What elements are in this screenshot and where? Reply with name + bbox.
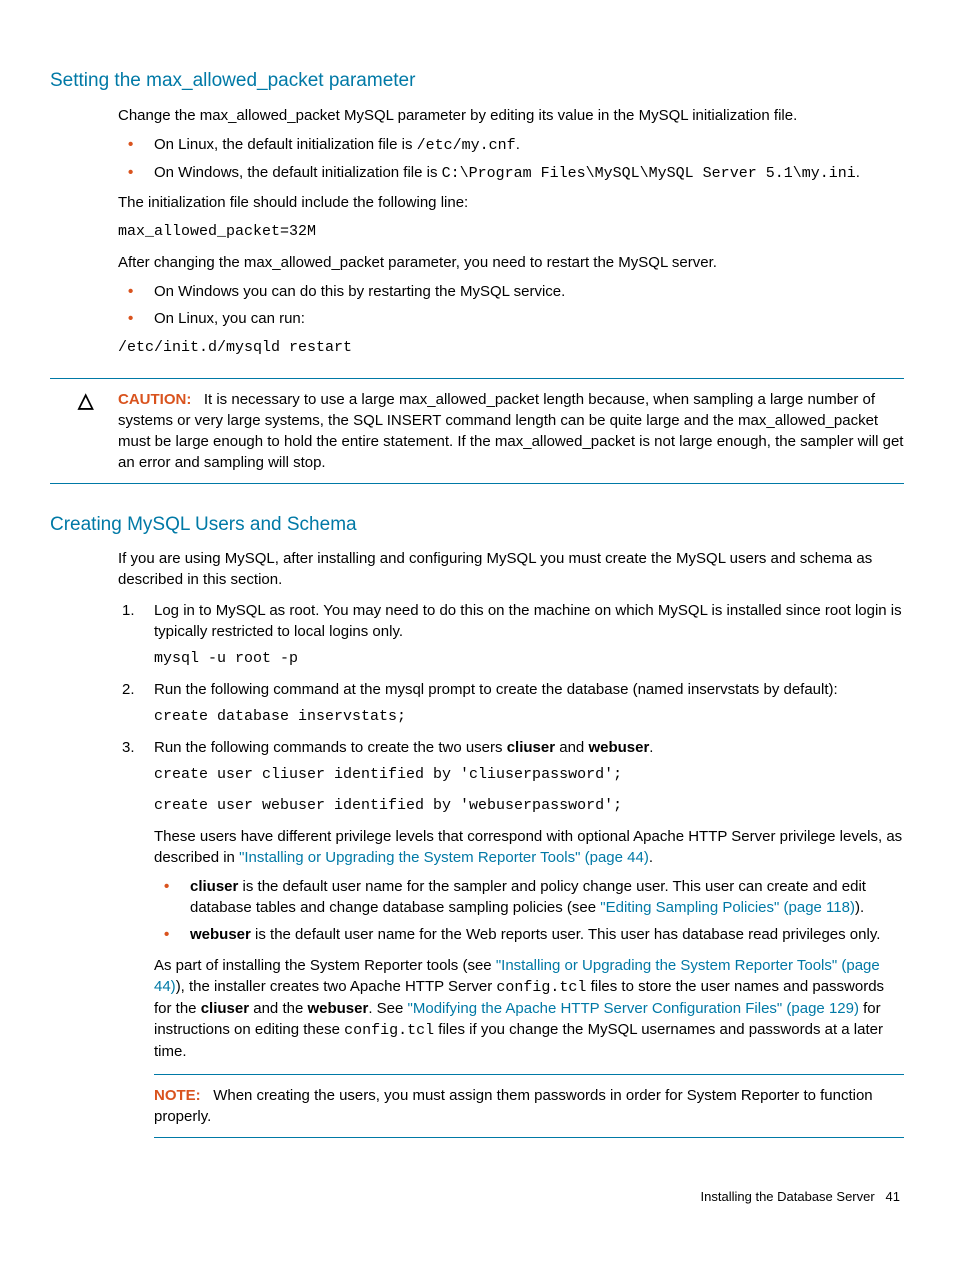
code-inline: C:\Program Files\MySQL\MySQL Server 5.1\… xyxy=(442,165,856,182)
text: . See xyxy=(368,1000,407,1017)
list-item: On Linux, you can run: xyxy=(118,308,904,329)
code-block: create user webuser identified by 'webus… xyxy=(154,795,904,816)
privileges-text: These users have different privilege lev… xyxy=(154,826,904,868)
note-label: NOTE: xyxy=(154,1087,201,1104)
section1-bullets-1: On Linux, the default initialization fil… xyxy=(118,134,904,184)
text: ). xyxy=(855,899,864,916)
page-footer: Installing the Database Server 41 xyxy=(50,1188,904,1206)
step-text: Log in to MySQL as root. You may need to… xyxy=(154,600,904,642)
text: and xyxy=(555,739,588,756)
caution-label: CAUTION: xyxy=(118,391,191,408)
section1-body: Change the max_allowed_packet MySQL para… xyxy=(118,105,904,358)
section1-after: After changing the max_allowed_packet pa… xyxy=(118,252,904,273)
footer-title: Installing the Database Server xyxy=(701,1189,875,1204)
step-text: Run the following commands to create the… xyxy=(154,737,904,758)
code-block: mysql -u root -p xyxy=(154,648,904,669)
code-inline: /etc/my.cnf xyxy=(417,137,516,154)
text: On Windows, the default initialization f… xyxy=(154,164,442,181)
bold-text: webuser xyxy=(588,739,649,756)
text: . xyxy=(649,739,653,756)
section1-line-intro: The initialization file should include t… xyxy=(118,192,904,213)
text: Run the following commands to create the… xyxy=(154,739,507,756)
code-inline: config.tcl xyxy=(344,1022,434,1039)
heading-setting-max-allowed-packet: Setting the max_allowed_packet parameter xyxy=(50,68,904,95)
code-block: create user cliuser identified by 'clius… xyxy=(154,764,904,785)
footer-page-number: 41 xyxy=(886,1189,900,1204)
code-block: /etc/init.d/mysqld restart xyxy=(118,337,904,358)
code-block: max_allowed_packet=32M xyxy=(118,221,904,242)
text: ), the installer creates two Apache HTTP… xyxy=(176,978,497,995)
bold-text: cliuser xyxy=(190,878,238,895)
section1-bullets-2: On Windows you can do this by restarting… xyxy=(118,281,904,329)
section1-intro: Change the max_allowed_packet MySQL para… xyxy=(118,105,904,126)
text: On Linux, the default initialization fil… xyxy=(154,136,417,153)
text: is the default user name for the Web rep… xyxy=(251,926,881,943)
user-bullets: cliuser is the default user name for the… xyxy=(154,876,904,945)
code-block: create database inservstats; xyxy=(154,706,904,727)
list-item: Run the following command at the mysql p… xyxy=(118,679,904,727)
note-text: When creating the users, you must assign… xyxy=(154,1087,873,1125)
list-item: On Windows you can do this by restarting… xyxy=(118,281,904,302)
list-item: Log in to MySQL as root. You may need to… xyxy=(118,600,904,669)
list-item: webuser is the default user name for the… xyxy=(154,924,904,945)
install-para: As part of installing the System Reporte… xyxy=(154,955,904,1062)
caution-content: CAUTION: It is necessary to use a large … xyxy=(118,389,904,473)
list-item: Run the following commands to create the… xyxy=(118,737,904,945)
link-modifying-apache[interactable]: "Modifying the Apache HTTP Server Config… xyxy=(408,1000,859,1017)
section2-steps: Log in to MySQL as root. You may need to… xyxy=(118,600,904,945)
note-box: NOTE: When creating the users, you must … xyxy=(154,1074,904,1138)
caution-box: △ CAUTION: It is necessary to use a larg… xyxy=(50,378,904,484)
text: and the xyxy=(249,1000,307,1017)
list-item: cliuser is the default user name for the… xyxy=(154,876,904,918)
link-editing-policies[interactable]: "Editing Sampling Policies" (page 118) xyxy=(600,899,855,916)
bold-text: cliuser xyxy=(201,1000,249,1017)
caution-icon: △ xyxy=(78,387,93,415)
bold-text: cliuser xyxy=(507,739,555,756)
text: . xyxy=(516,136,520,153)
list-item: On Windows, the default initialization f… xyxy=(118,162,904,184)
caution-text: It is necessary to use a large max_allow… xyxy=(118,391,903,471)
bold-text: webuser xyxy=(190,926,251,943)
link-installing-tools[interactable]: "Installing or Upgrading the System Repo… xyxy=(239,849,649,866)
list-item: On Linux, the default initialization fil… xyxy=(118,134,904,156)
code-inline: config.tcl xyxy=(496,979,586,996)
step-text: Run the following command at the mysql p… xyxy=(154,679,904,700)
text: . xyxy=(649,849,653,866)
text: As part of installing the System Reporte… xyxy=(154,957,496,974)
heading-creating-mysql-users: Creating MySQL Users and Schema xyxy=(50,512,904,539)
bold-text: webuser xyxy=(307,1000,368,1017)
section2-body: If you are using MySQL, after installing… xyxy=(118,548,904,1138)
text: . xyxy=(856,164,860,181)
section2-intro: If you are using MySQL, after installing… xyxy=(118,548,904,590)
